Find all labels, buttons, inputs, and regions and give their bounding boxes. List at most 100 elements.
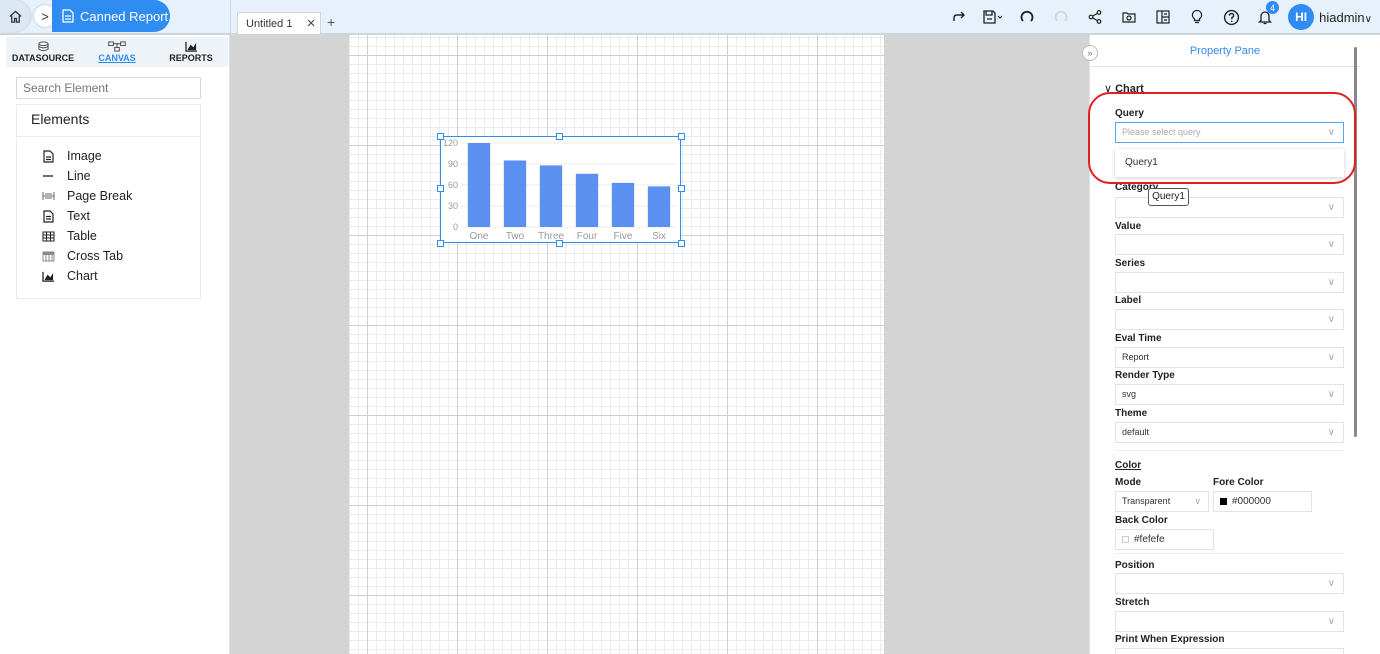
share-icon[interactable] xyxy=(1078,0,1112,34)
chevron-down-icon: ∨ xyxy=(1327,427,1335,438)
element-chart[interactable]: Chart xyxy=(41,266,200,286)
bell-icon[interactable]: 4 xyxy=(1248,0,1282,34)
canned-report-breadcrumb[interactable]: Canned Report xyxy=(52,0,170,32)
database-icon xyxy=(37,41,49,52)
fore-color-input[interactable]: #000000 xyxy=(1213,491,1312,512)
chevron-down-icon: ∨ xyxy=(1327,616,1335,627)
resize-handle-sw[interactable] xyxy=(437,240,444,247)
search-element-input[interactable] xyxy=(16,77,201,99)
image-file-icon xyxy=(42,149,54,163)
eval-time-select[interactable]: Report ∨ xyxy=(1115,347,1344,368)
theme-select[interactable]: default ∨ xyxy=(1115,422,1344,443)
back-color-value: #fefefe xyxy=(1134,534,1165,545)
chevron-down-icon: ∨ xyxy=(1327,277,1335,288)
element-cross-tab[interactable]: Cross Tab xyxy=(41,246,200,266)
username-label: hiadmin xyxy=(1319,9,1365,25)
add-tab-button[interactable]: + xyxy=(327,14,335,30)
layout-icon[interactable] xyxy=(1146,0,1180,34)
user-menu[interactable]: hiadmin∨ xyxy=(1319,10,1372,25)
chevron-down-icon: ∨ xyxy=(1327,239,1335,250)
tab-datasource[interactable]: DATASOURCE xyxy=(6,37,80,67)
chart-icon xyxy=(184,41,197,52)
report-file-icon xyxy=(62,9,74,23)
label-label: Label xyxy=(1115,295,1142,306)
element-image[interactable]: Image xyxy=(41,146,200,166)
home-icon xyxy=(8,9,22,23)
stretch-select[interactable]: ∨ xyxy=(1115,611,1344,632)
report-canvas[interactable] xyxy=(349,35,884,654)
tab-untitled-1[interactable]: Untitled 1 ✕ xyxy=(237,12,321,34)
chart-icon xyxy=(41,271,54,282)
element-page-break[interactable]: Page Break xyxy=(41,186,200,206)
refresh-disabled-icon xyxy=(1044,0,1078,34)
left-panel: DATASOURCE CANVAS REPORTS Elements Image… xyxy=(0,35,230,654)
lightbulb-icon[interactable] xyxy=(1180,0,1214,34)
chart-element[interactable]: 120 90 60 30 0 One Two Three Four Five Six xyxy=(440,136,681,243)
series-select[interactable]: ∨ xyxy=(1115,272,1344,293)
x-tick-label: Two xyxy=(506,231,525,241)
print-when-input[interactable] xyxy=(1115,648,1344,654)
crosstab-icon xyxy=(42,251,54,261)
text-file-icon xyxy=(42,209,54,223)
back-color-input[interactable]: #fefefe xyxy=(1115,529,1214,550)
label-select[interactable]: ∨ xyxy=(1115,309,1344,330)
resize-handle-nw[interactable] xyxy=(437,133,444,140)
resize-handle-e[interactable] xyxy=(678,185,685,192)
chevron-down-icon: ∨ xyxy=(1327,389,1335,400)
chevron-down-icon: ∨ xyxy=(1327,314,1335,325)
render-type-value: svg xyxy=(1122,389,1137,399)
position-label: Position xyxy=(1115,560,1155,571)
chevron-down-icon: ∨ xyxy=(1327,578,1335,589)
save-icon[interactable] xyxy=(976,0,1010,34)
x-tick-label: Six xyxy=(652,231,666,241)
home-button[interactable] xyxy=(0,0,30,32)
bar xyxy=(539,165,563,227)
page-break-icon xyxy=(42,192,54,200)
render-type-select[interactable]: svg ∨ xyxy=(1115,384,1344,405)
resize-handle-w[interactable] xyxy=(437,185,444,192)
fore-color-value: #000000 xyxy=(1232,496,1271,507)
element-label: Cross Tab xyxy=(67,249,124,263)
element-line[interactable]: Line xyxy=(41,166,200,186)
property-pane-title: Property Pane xyxy=(1090,35,1360,67)
divider xyxy=(1115,553,1344,554)
tab-canvas-label: CANVAS xyxy=(98,53,136,63)
tab-reports-label: REPORTS xyxy=(169,53,213,63)
element-table[interactable]: Table xyxy=(41,226,200,246)
tab-canvas[interactable]: CANVAS xyxy=(80,37,154,67)
element-label: Image xyxy=(67,149,102,163)
report-label: Canned Report xyxy=(80,8,169,24)
chevron-down-icon: ∨ xyxy=(1327,352,1335,363)
element-text[interactable]: Text xyxy=(41,206,200,226)
resize-handle-ne[interactable] xyxy=(678,133,685,140)
theme-value: default xyxy=(1122,427,1150,437)
resize-handle-n[interactable] xyxy=(556,133,563,140)
fore-color-swatch xyxy=(1220,497,1227,505)
redo-icon[interactable] xyxy=(942,0,976,34)
divider xyxy=(1115,450,1344,451)
export-icon[interactable] xyxy=(1112,0,1146,34)
bar-chart: 1209060300One Two Three Four Five Six xyxy=(443,138,677,242)
resize-handle-s[interactable] xyxy=(556,240,563,247)
avatar[interactable]: HI xyxy=(1288,4,1315,30)
resize-handle-se[interactable] xyxy=(678,240,685,247)
toolbar: 4 HI hiadmin∨ xyxy=(942,0,1380,34)
x-tick-label: Four xyxy=(577,231,598,241)
refresh-icon[interactable] xyxy=(1010,0,1044,34)
value-label: Value xyxy=(1115,221,1142,232)
value-select[interactable]: ∨ xyxy=(1115,234,1344,255)
color-section-header[interactable]: Color xyxy=(1115,460,1141,471)
fore-color-label: Fore Color xyxy=(1213,477,1264,488)
print-when-label: Print When Expression xyxy=(1115,634,1225,645)
document-tabs: Untitled 1 ✕ + xyxy=(230,0,335,34)
mode-label: Mode xyxy=(1115,477,1142,488)
tab-reports[interactable]: REPORTS xyxy=(154,37,228,67)
canvas-icon xyxy=(108,41,126,52)
render-type-label: Render Type xyxy=(1115,370,1175,381)
mode-select[interactable]: Transparent ∨ xyxy=(1115,491,1209,512)
close-icon[interactable]: ✕ xyxy=(306,17,315,30)
position-select[interactable]: ∨ xyxy=(1115,573,1344,594)
help-icon[interactable] xyxy=(1214,0,1248,34)
y-tick-label: 120 xyxy=(443,138,458,148)
eval-time-label: Eval Time xyxy=(1115,333,1162,344)
